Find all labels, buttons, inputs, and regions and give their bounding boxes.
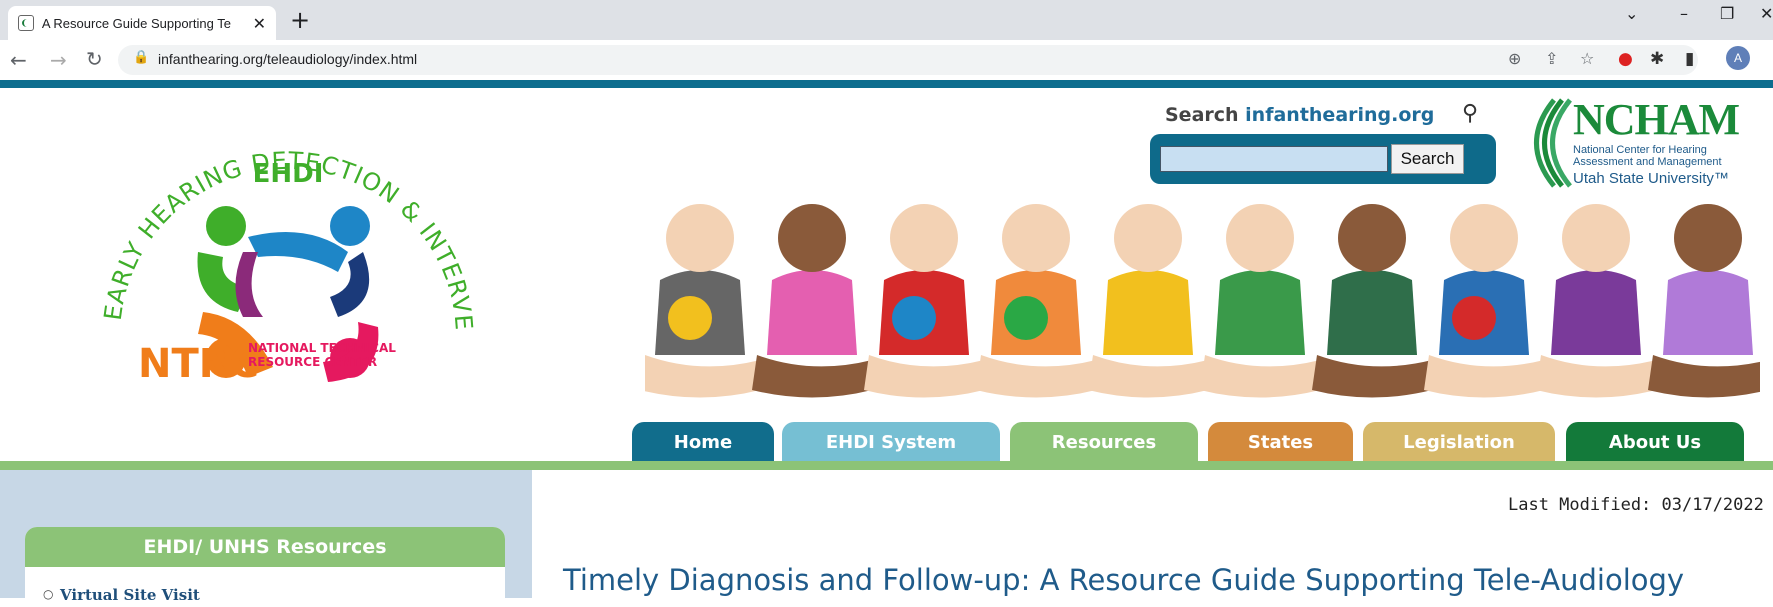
babies-banner-image — [645, 204, 1760, 398]
nav-tab-about-us[interactable]: About Us — [1566, 422, 1744, 462]
ball — [1452, 296, 1496, 340]
baby-legs — [752, 355, 872, 398]
url-text[interactable]: infanthearing.org/teleaudiology/index.ht… — [158, 51, 417, 67]
svg-text:EARLY HEARING DETECTION & INTE: EARLY HEARING DETECTION & INTERVENTION — [98, 112, 478, 332]
ncham-swoosh-icon — [1534, 98, 1572, 188]
ncham-line1: National Center for Hearing — [1573, 144, 1707, 156]
logo-ehdi-text: EHDI — [253, 159, 324, 189]
new-tab-icon[interactable]: + — [290, 6, 310, 34]
back-arrow-icon[interactable]: ← — [10, 48, 27, 72]
baby-shirt — [1663, 270, 1753, 355]
baby-head — [778, 204, 846, 272]
logo-arc-text: EARLY HEARING DETECTION & INTERVENTION — [98, 112, 477, 332]
logo-ntrc-text: NTRC — [138, 341, 259, 387]
header-top-stripe — [0, 80, 1773, 88]
baby-legs — [976, 355, 1096, 398]
sidebar-heading: EHDI/ UNHS Resources — [25, 527, 505, 567]
ball — [1004, 296, 1048, 340]
restore-icon[interactable]: ❐ — [1720, 4, 1734, 23]
ncham-logo-subtitle: National Center for Hearing Assessment a… — [1573, 144, 1722, 168]
baby-legs — [645, 355, 760, 398]
ehdi-ntrc-logo[interactable]: EARLY HEARING DETECTION & INTERVENTION E… — [98, 112, 478, 432]
zoom-icon[interactable]: ⊕ — [1508, 49, 1521, 68]
baby-legs — [1424, 355, 1544, 398]
sidebar-item-virtual-site-visit[interactable]: Virtual Site Visit — [60, 586, 200, 604]
bookmark-star-icon[interactable]: ☆ — [1580, 49, 1594, 68]
lock-icon[interactable]: 🔒 — [133, 50, 149, 65]
site-favicon-icon — [18, 15, 34, 31]
opera-extension-icon[interactable]: ● — [1618, 49, 1633, 69]
ball — [892, 296, 936, 340]
logo-ntrc-line1: NATIONAL TECHNICAL — [248, 341, 396, 355]
forward-arrow-icon[interactable]: → — [50, 48, 67, 72]
ball — [668, 296, 712, 340]
baby-shirt — [1327, 270, 1417, 355]
baby-legs — [1648, 355, 1760, 398]
baby-head — [1674, 204, 1742, 272]
ncham-logo-title[interactable]: NCHAM — [1573, 98, 1740, 142]
page-title: Timely Diagnosis and Follow-up: A Resour… — [563, 563, 1685, 597]
reload-icon[interactable]: ↻ — [86, 47, 103, 71]
minimize-icon[interactable]: – — [1680, 4, 1688, 23]
nav-tab-ehdi-system[interactable]: EHDI System — [782, 422, 1000, 462]
baby-head — [1114, 204, 1182, 272]
baby-legs — [1200, 355, 1320, 398]
sidebar-bullet-icon: ○ — [43, 587, 54, 601]
baby-shirt — [1215, 270, 1305, 355]
tab-title: A Resource Guide Supporting Te — [41, 15, 231, 31]
logo-ntrc-line2: RESOURCE CENTER — [248, 355, 377, 369]
extensions-puzzle-icon[interactable]: ✱ — [1650, 49, 1664, 69]
nav-tab-states[interactable]: States — [1208, 422, 1353, 462]
baby-head — [1562, 204, 1630, 272]
baby-head — [1450, 204, 1518, 272]
profile-avatar[interactable]: A — [1726, 46, 1750, 70]
nav-tab-legislation[interactable]: Legislation — [1363, 422, 1555, 462]
nav-underline-bar — [0, 461, 1773, 470]
baby-legs — [1088, 355, 1208, 398]
baby-legs — [1536, 355, 1656, 398]
tab-close-icon[interactable]: ✕ — [253, 14, 266, 33]
search-label-site: infanthearing.org — [1245, 104, 1435, 126]
baby-head — [1002, 204, 1070, 272]
baby-shirt — [767, 270, 857, 355]
baby-head — [666, 204, 734, 272]
tab-search-chevron-icon[interactable]: ⌄ — [1625, 4, 1638, 23]
close-window-icon[interactable]: ✕ — [1760, 4, 1773, 23]
baby-head — [1226, 204, 1294, 272]
ncham-line3: Utah State University™ — [1573, 170, 1729, 187]
nav-tab-resources[interactable]: Resources — [1010, 422, 1198, 462]
search-icon: ⚲ — [1462, 101, 1479, 126]
search-label: Search infanthearing.org — [1165, 104, 1434, 126]
baby-legs — [1312, 355, 1432, 398]
side-panel-icon[interactable]: ▮ — [1685, 49, 1694, 69]
browser-tab-active[interactable]: A Resource Guide Supporting Te ✕ — [8, 6, 276, 40]
search-input[interactable] — [1160, 146, 1388, 172]
share-icon[interactable]: ⇪ — [1545, 49, 1558, 68]
search-label-prefix: Search — [1165, 104, 1246, 126]
ncham-line2: Assessment and Management — [1573, 156, 1722, 168]
nav-tab-home[interactable]: Home — [632, 422, 774, 462]
baby-head — [1338, 204, 1406, 272]
search-button[interactable]: Search — [1391, 144, 1464, 174]
baby-legs — [864, 355, 984, 398]
baby-shirt — [1551, 270, 1641, 355]
last-modified: Last Modified: 03/17/2022 — [1508, 495, 1764, 515]
baby-shirt — [1103, 270, 1193, 355]
baby-head — [890, 204, 958, 272]
